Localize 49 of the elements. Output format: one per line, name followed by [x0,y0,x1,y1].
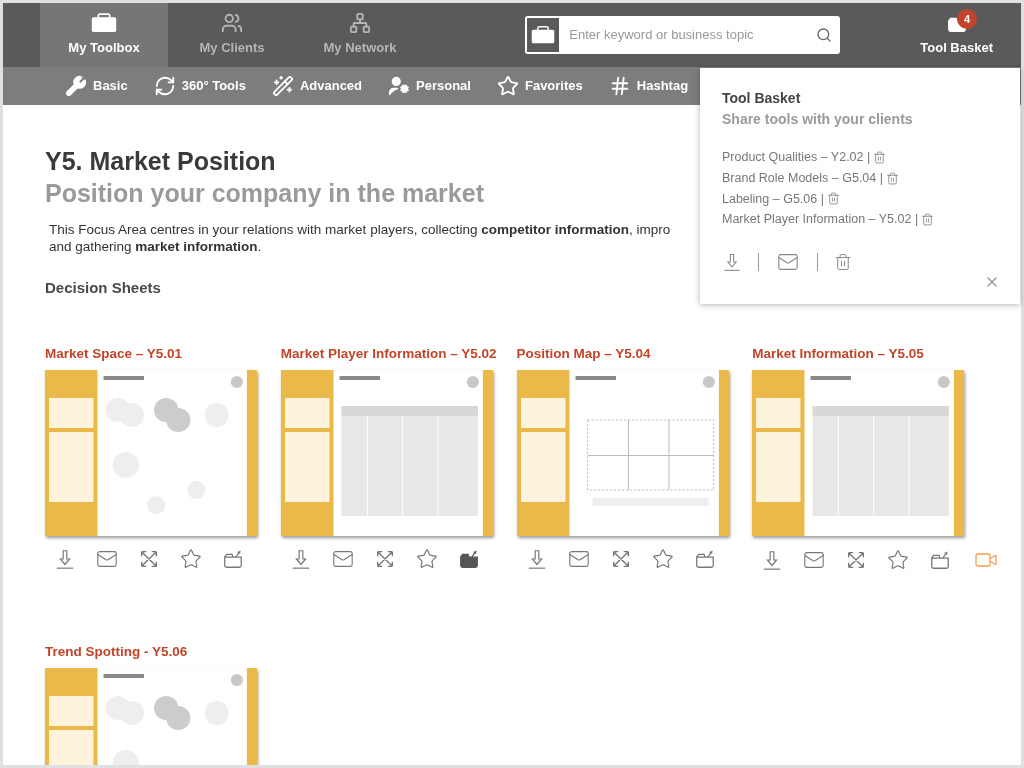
basket-item: Market Player Information – Y5.02 | [722,211,919,229]
tool-basket-button[interactable]: Tool Basket 4 [920,3,993,67]
sheet-title[interactable]: Trend Spotting - Y5.06 [45,641,258,662]
favorite-icon[interactable] [650,547,675,570]
trash-icon[interactable] [834,252,852,272]
description-text: This Focus Area centres in your relations with market players, collecting competitor information, impro and gathering market information. [49,221,672,255]
trash-icon[interactable] [921,213,935,227]
person-icon [388,75,411,97]
search-field[interactable]: Enter keyword or business topic [561,25,817,45]
star-icon [496,75,519,97]
favorite-icon[interactable] [886,548,911,571]
popover-subtitle: Share tools with your clients [722,110,914,129]
trash-icon[interactable] [886,171,899,185]
sheet-title[interactable]: Market Player Information – Y5.02 [280,343,494,364]
sheet-title[interactable]: Market Space – Y5.01 [45,343,258,364]
nav-tab[interactable]: My Network [296,3,424,67]
cycle-icon [153,75,176,97]
section-heading: Decision Sheets [45,278,161,298]
briefcase-icon [91,12,117,35]
nav-tab[interactable]: My Toolbox [40,3,168,67]
favorite-icon[interactable] [179,547,203,570]
trash-icon[interactable] [873,150,887,164]
nav-tab[interactable]: My Clients [168,3,296,67]
email-icon[interactable] [775,251,801,273]
page-title: Y5. Market Position [45,146,276,177]
category-link[interactable]: Personal [388,75,471,97]
page-subtitle: Position your company in the market [45,178,484,209]
wrench-icon [65,75,87,97]
basket-item: Brand Role Models – G5.04 | [722,169,883,187]
wand-icon [271,75,294,97]
people-icon [219,12,245,35]
category-link[interactable]: Basic [65,75,128,97]
search-bar[interactable]: Enter keyword or business topic [525,16,841,54]
download-icon[interactable] [722,252,742,272]
briefcase-icon [531,26,556,44]
network-icon [347,12,373,35]
sheet-title[interactable]: Position Map – Y5.04 [516,343,730,364]
count-badge: 4 [957,9,977,29]
popover-title: Tool Basket [722,89,802,108]
sheet-title[interactable]: Market Information – Y5.05 [752,343,965,364]
category-link[interactable]: Favorites [496,75,583,97]
trash-icon[interactable] [826,192,840,206]
basket-item: Labeling – G5.06 | [722,190,824,208]
favorite-icon[interactable] [414,547,439,570]
category-link[interactable]: 360° Tools [153,75,246,97]
category-link[interactable]: Hashtag [608,75,689,97]
search-icon[interactable] [816,27,833,43]
category-link[interactable]: Advanced [271,75,363,97]
basket-item: Product Qualities – Y2.02 | [722,149,871,166]
